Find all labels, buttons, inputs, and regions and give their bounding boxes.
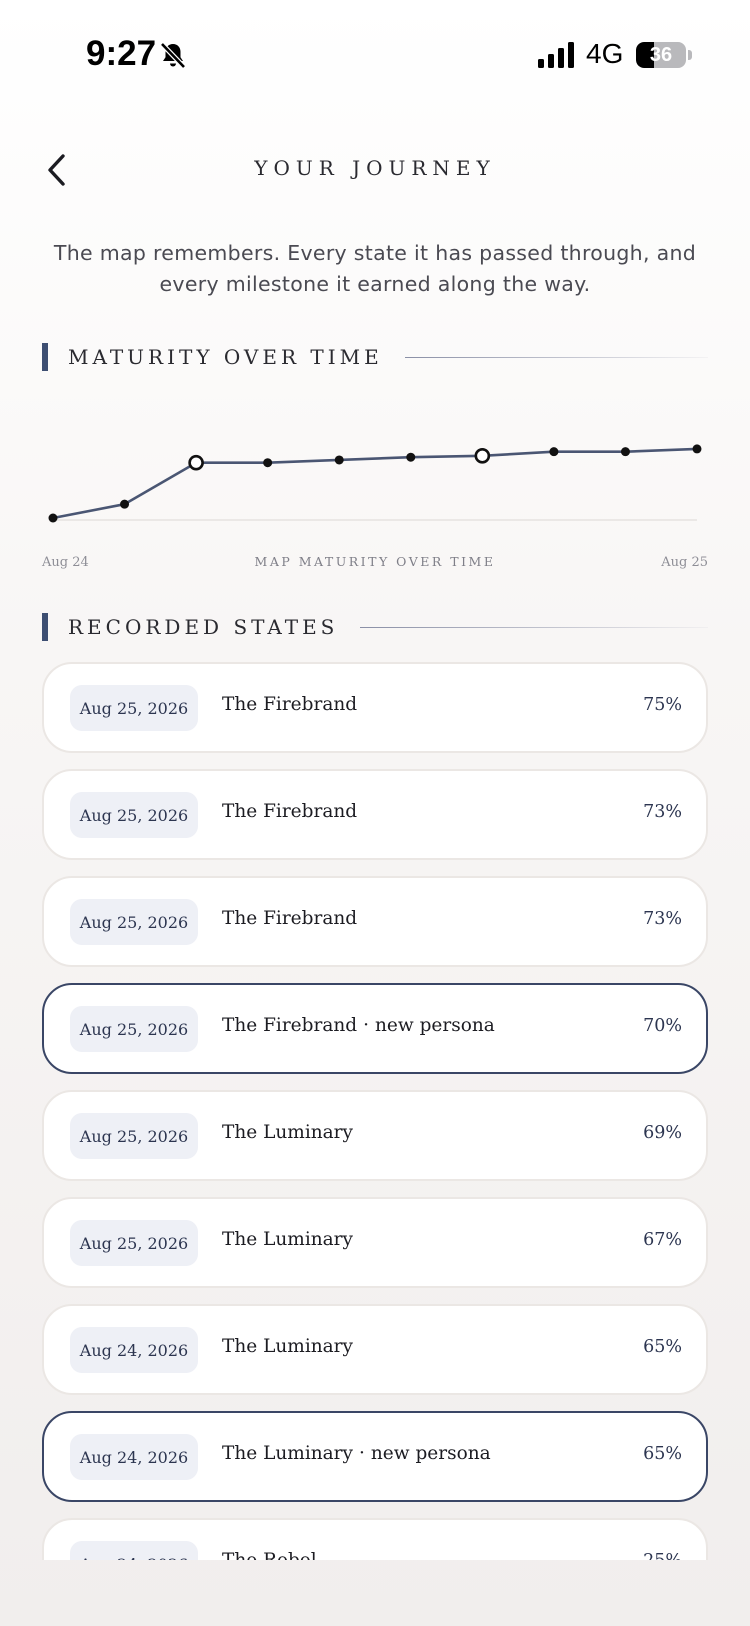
state-date: Aug 25, 2026 <box>70 1113 198 1159</box>
state-persona: The Firebrand · new persona <box>222 1015 495 1036</box>
section-accent-bar <box>42 343 48 371</box>
network-type: 4G <box>586 38 624 69</box>
chart-x-end-label: Aug 25 <box>660 555 708 570</box>
state-persona: The Firebrand <box>222 801 357 822</box>
state-date: Aug 25, 2026 <box>70 685 198 731</box>
state-date: Aug 24, 2026 <box>70 1434 198 1480</box>
maturity-section-title: MATURITY OVER TIME <box>68 345 383 369</box>
state-tag: new persona <box>375 1015 495 1036</box>
states-section-title: RECORDED STATES <box>68 615 339 639</box>
state-date: Aug 24, 2026 <box>70 1541 198 1560</box>
state-persona-name: The Luminary <box>222 1443 353 1464</box>
state-date: Aug 25, 2026 <box>70 899 198 945</box>
state-row[interactable]: Aug 25, 2026 The Luminary 69% <box>42 1090 708 1181</box>
state-tag: new persona <box>370 1443 491 1464</box>
state-persona: The Luminary <box>222 1122 353 1143</box>
chart-point <box>549 447 559 457</box>
status-bar: 9:27 4G 36 <box>0 0 750 110</box>
state-maturity: 25% <box>643 1551 682 1560</box>
state-persona: The Firebrand <box>222 908 357 929</box>
battery-level: 36 <box>649 43 673 66</box>
bell-slash-icon <box>160 42 186 69</box>
state-maturity: 73% <box>643 909 682 929</box>
chart-point <box>120 499 130 509</box>
states-section-header: RECORDED STATES <box>42 612 708 642</box>
state-row[interactable]: Aug 24, 2026 The Luminary 65% <box>42 1304 708 1395</box>
chart-point <box>263 458 273 468</box>
battery-tip <box>688 50 692 60</box>
state-maturity: 67% <box>643 1230 682 1250</box>
maturity-section-header: MATURITY OVER TIME <box>42 342 708 372</box>
chart-milestone-point <box>474 448 491 464</box>
page-title: YOUR JOURNEY <box>254 156 496 180</box>
state-persona: The Luminary · new persona <box>222 1443 491 1464</box>
state-persona-name: The Firebrand <box>222 908 358 929</box>
state-persona: The Luminary <box>222 1229 353 1250</box>
separator-dot: · <box>358 1443 365 1464</box>
state-persona-name: The Rebel <box>222 1550 317 1560</box>
state-row[interactable]: Aug 25, 2026 The Firebrand 73% <box>42 769 708 860</box>
state-persona-name: The Firebrand <box>222 694 358 715</box>
state-date: Aug 25, 2026 <box>70 1006 198 1052</box>
status-time: 9:27 <box>86 34 157 73</box>
state-date: Aug 24, 2026 <box>70 1327 198 1373</box>
chart-series-line <box>52 447 698 520</box>
chart-title: MAP MATURITY OVER TIME <box>255 554 496 569</box>
state-persona-name: The Luminary <box>222 1229 353 1250</box>
state-persona-name: The Luminary <box>222 1122 353 1143</box>
chart-point <box>48 513 58 523</box>
chart-milestone-point <box>188 454 204 471</box>
state-maturity: 65% <box>643 1337 682 1357</box>
state-maturity: 70% <box>643 1016 682 1036</box>
state-maturity: 73% <box>643 802 682 822</box>
state-row[interactable]: Aug 25, 2026 The Firebrand 75% <box>42 662 708 753</box>
section-accent-bar <box>42 613 48 641</box>
chart-point <box>334 455 344 465</box>
state-maturity: 75% <box>643 695 682 715</box>
maturity-chart: Aug 24 MAP MATURITY OVER TIME Aug 25 <box>41 444 708 570</box>
separator-dot: · <box>363 1015 369 1036</box>
chart-point <box>692 444 702 454</box>
state-maturity: 65% <box>643 1444 682 1464</box>
state-persona: The Luminary <box>222 1336 353 1357</box>
state-date: Aug 25, 2026 <box>70 792 198 838</box>
state-persona-name: The Firebrand <box>222 801 358 822</box>
battery-icon: 36 <box>636 42 686 68</box>
recorded-states-list: Aug 25, 2026 The Firebrand 75% Aug 25, 2026… <box>42 662 708 1560</box>
state-row[interactable]: Aug 25, 2026 The Firebrand 73% <box>42 876 708 967</box>
intro-text: The map remembers. Every state it has pa… <box>53 241 697 296</box>
chart-point <box>406 452 416 462</box>
state-persona: The Firebrand <box>222 694 357 715</box>
chart-x-start-label: Aug 24 <box>41 555 89 570</box>
section-divider <box>360 626 708 628</box>
state-persona-name: The Firebrand <box>222 1015 358 1036</box>
chart-point <box>620 447 630 457</box>
state-row[interactable]: Aug 24, 2026 The Rebel 25% <box>42 1518 708 1560</box>
state-row[interactable]: Aug 25, 2026 The Firebrand · new persona 70% <box>42 983 708 1074</box>
state-maturity: 69% <box>643 1123 682 1143</box>
state-persona: The Rebel <box>222 1550 317 1560</box>
state-row[interactable]: Aug 25, 2026 The Luminary 67% <box>42 1197 708 1288</box>
state-persona-name: The Luminary <box>222 1336 353 1357</box>
state-row[interactable]: Aug 24, 2026 The Luminary · new persona 65% <box>42 1411 708 1502</box>
cellular-signal-icon <box>538 42 574 68</box>
state-date: Aug 25, 2026 <box>70 1220 198 1266</box>
section-divider <box>404 356 708 358</box>
